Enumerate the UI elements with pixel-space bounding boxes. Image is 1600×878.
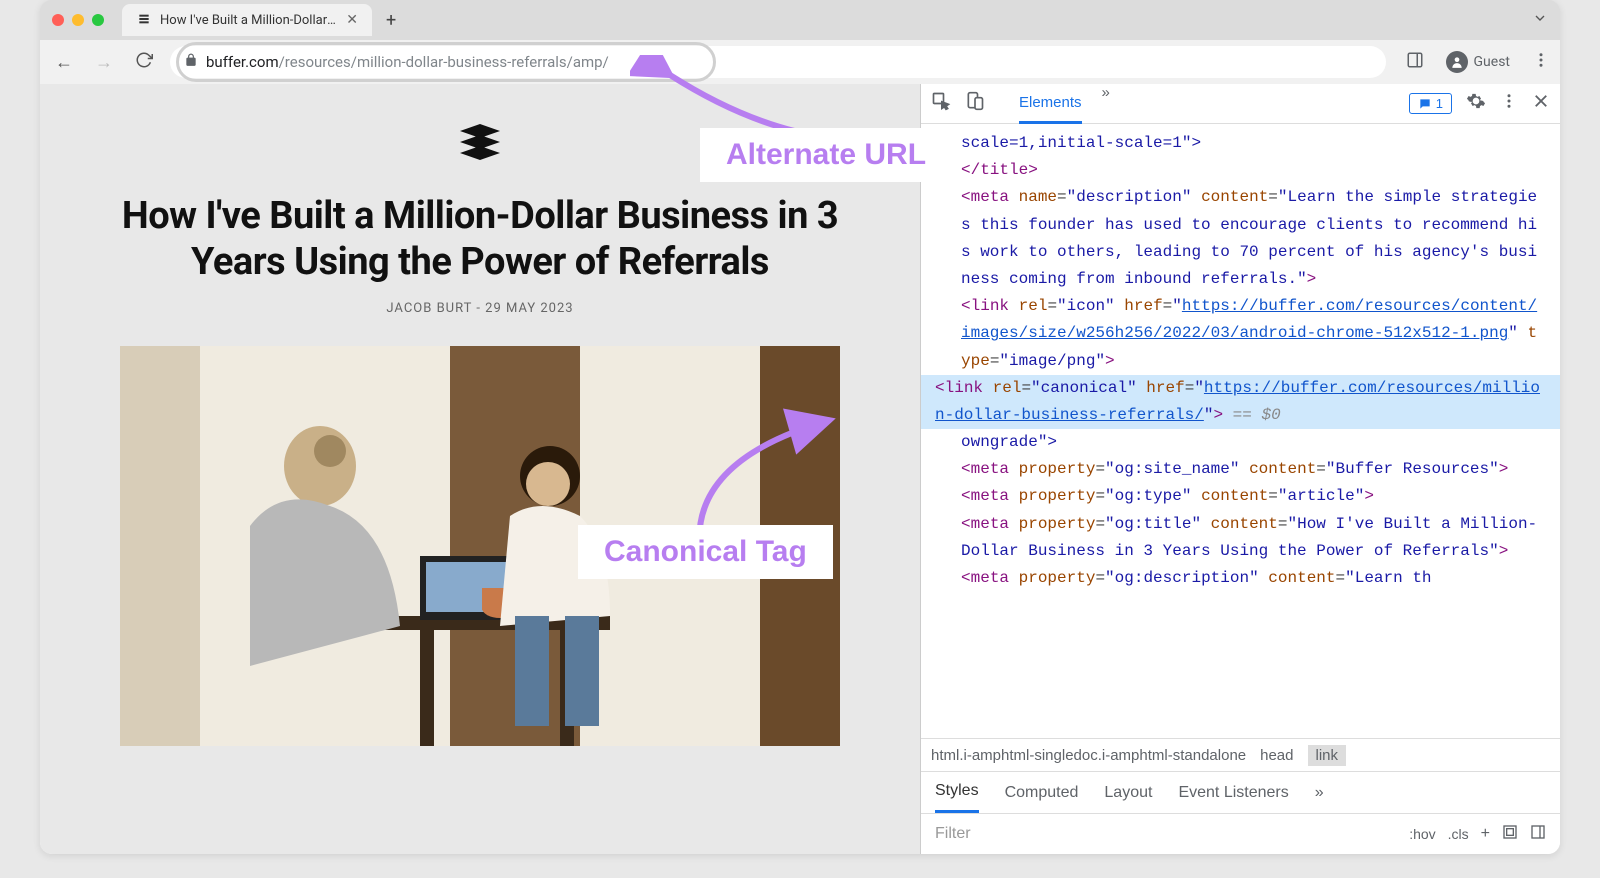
maximize-window-button[interactable] xyxy=(92,14,104,26)
html-line[interactable]: scale=1,initial-scale=1"> xyxy=(921,130,1560,157)
inspect-element-icon[interactable] xyxy=(931,91,951,116)
html-line[interactable]: <link rel="icon" href="https://buffer.co… xyxy=(921,293,1560,375)
panel-icon[interactable] xyxy=(1406,51,1424,73)
html-line[interactable]: <meta name="description" content="Learn … xyxy=(921,184,1560,293)
guest-label: Guest xyxy=(1474,54,1510,70)
back-button[interactable]: ← xyxy=(50,52,78,73)
article-title: How I've Built a Million-Dollar Business… xyxy=(100,194,860,285)
elements-tree[interactable]: scale=1,initial-scale=1"> </title> <meta… xyxy=(921,124,1560,738)
device-toggle-icon[interactable] xyxy=(965,91,985,116)
crumb-head[interactable]: head xyxy=(1260,747,1293,764)
gear-icon[interactable] xyxy=(1466,91,1486,116)
browser-tab[interactable]: How I've Built a Million-Dollar B ✕ xyxy=(122,4,372,36)
url-domain: buffer.com xyxy=(206,53,279,71)
lock-icon[interactable] xyxy=(184,53,198,71)
address-bar[interactable]: buffer.com/resources/million-dollar-busi… xyxy=(170,46,1386,78)
profile-badge[interactable]: Guest xyxy=(1436,47,1520,77)
article-byline: JACOB BURT - 29 MAY 2023 xyxy=(100,301,860,316)
crumb-link[interactable]: link xyxy=(1308,745,1347,766)
forward-button[interactable]: → xyxy=(90,52,118,73)
tab-favicon-icon xyxy=(136,12,152,28)
html-line-selected[interactable]: <link rel="canonical" href="https://buff… xyxy=(921,375,1560,429)
page-viewport[interactable]: How I've Built a Million-Dollar Business… xyxy=(40,84,920,854)
html-line[interactable]: <meta property="og:description" content=… xyxy=(921,565,1560,592)
tab-event-listeners[interactable]: Event Listeners xyxy=(1178,774,1288,812)
add-rule-icon[interactable]: + xyxy=(1481,825,1490,843)
minimize-window-button[interactable] xyxy=(72,14,84,26)
url-path: /resources/million-dollar-business-refer… xyxy=(279,53,609,71)
devtools-toolbar: Elements » 1 xyxy=(921,84,1560,124)
html-line[interactable]: <meta property="og:type" content="articl… xyxy=(921,483,1560,510)
html-line[interactable]: owngrade"> xyxy=(921,429,1560,456)
kebab-menu-icon[interactable] xyxy=(1500,92,1518,115)
new-tab-button[interactable]: + xyxy=(386,10,396,31)
kebab-menu-icon[interactable] xyxy=(1532,51,1550,73)
more-tabs-icon[interactable]: » xyxy=(1102,84,1110,124)
styles-filter-row: Filter :hov .cls + xyxy=(921,814,1560,854)
computed-panel-icon[interactable] xyxy=(1502,824,1518,845)
tab-elements[interactable]: Elements xyxy=(1019,84,1082,124)
close-window-button[interactable] xyxy=(52,14,64,26)
filter-input[interactable]: Filter xyxy=(935,825,971,843)
annotation-alternate-url: Alternate URL xyxy=(700,128,952,182)
browser-toolbar: ← → buffer.com/resources/million-dollar-… xyxy=(40,40,1560,84)
reload-button[interactable] xyxy=(130,51,158,74)
titlebar: How I've Built a Million-Dollar B ✕ + xyxy=(40,0,1560,40)
devtools-panel: Elements » 1 xyxy=(920,84,1560,854)
issues-badge[interactable]: 1 xyxy=(1409,93,1452,114)
elements-breadcrumb[interactable]: html.i-amphtml-singledoc.i-amphtml-stand… xyxy=(921,738,1560,772)
window-controls xyxy=(52,14,104,26)
styles-tabbar: Styles Computed Layout Event Listeners » xyxy=(921,772,1560,814)
buffer-logo-icon xyxy=(456,124,504,164)
more-tabs-icon[interactable]: » xyxy=(1315,774,1324,812)
issues-count: 1 xyxy=(1436,96,1443,111)
sidebar-toggle-icon[interactable] xyxy=(1530,824,1546,845)
tab-layout[interactable]: Layout xyxy=(1104,774,1152,812)
html-line[interactable]: </title> xyxy=(921,157,1560,184)
tab-computed[interactable]: Computed xyxy=(1005,774,1079,812)
close-devtools-icon[interactable] xyxy=(1532,92,1550,115)
tab-close-icon[interactable]: ✕ xyxy=(346,12,358,28)
annotation-canonical-tag: Canonical Tag xyxy=(578,525,833,579)
chevron-down-icon[interactable] xyxy=(1532,10,1548,30)
html-line[interactable]: <meta property="og:site_name" content="B… xyxy=(921,456,1560,483)
tab-styles[interactable]: Styles xyxy=(935,772,979,813)
cls-button[interactable]: .cls xyxy=(1448,826,1469,842)
html-line[interactable]: <meta property="og:title" content="How I… xyxy=(921,511,1560,565)
crumb-html[interactable]: html.i-amphtml-singledoc.i-amphtml-stand… xyxy=(931,747,1246,764)
avatar-icon xyxy=(1446,51,1468,73)
hov-button[interactable]: :hov xyxy=(1409,826,1435,842)
tab-title: How I've Built a Million-Dollar B xyxy=(160,13,338,28)
